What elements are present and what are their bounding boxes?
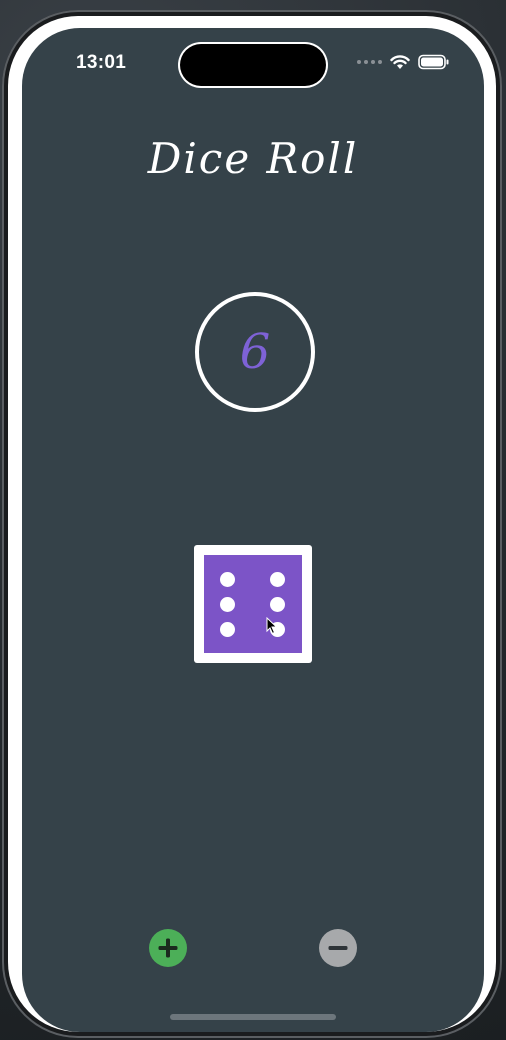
wifi-icon xyxy=(390,54,410,69)
die-pip xyxy=(270,572,285,587)
die-pip xyxy=(220,572,235,587)
die-pip xyxy=(220,622,235,637)
status-time: 13:01 xyxy=(76,52,127,73)
mouse-pointer-icon xyxy=(266,617,278,635)
die-face xyxy=(204,555,302,653)
die-button[interactable] xyxy=(194,545,312,663)
roll-result-value: 6 xyxy=(239,324,271,380)
roll-result-display: 6 xyxy=(195,292,315,412)
battery-icon xyxy=(418,54,449,70)
status-icons xyxy=(357,54,450,70)
dynamic-island xyxy=(180,44,326,86)
home-indicator[interactable] xyxy=(170,1014,336,1020)
remove-die-button[interactable] xyxy=(319,929,357,967)
minus-icon xyxy=(328,946,348,950)
app-screen: 13:01 Dice Roll 6 xyxy=(22,28,484,1032)
die-pip xyxy=(220,597,235,612)
app-title: Dice Roll xyxy=(147,134,359,184)
plus-icon xyxy=(158,938,178,958)
signal-icon xyxy=(357,60,382,64)
add-die-button[interactable] xyxy=(149,929,187,967)
die-pip xyxy=(270,597,285,612)
